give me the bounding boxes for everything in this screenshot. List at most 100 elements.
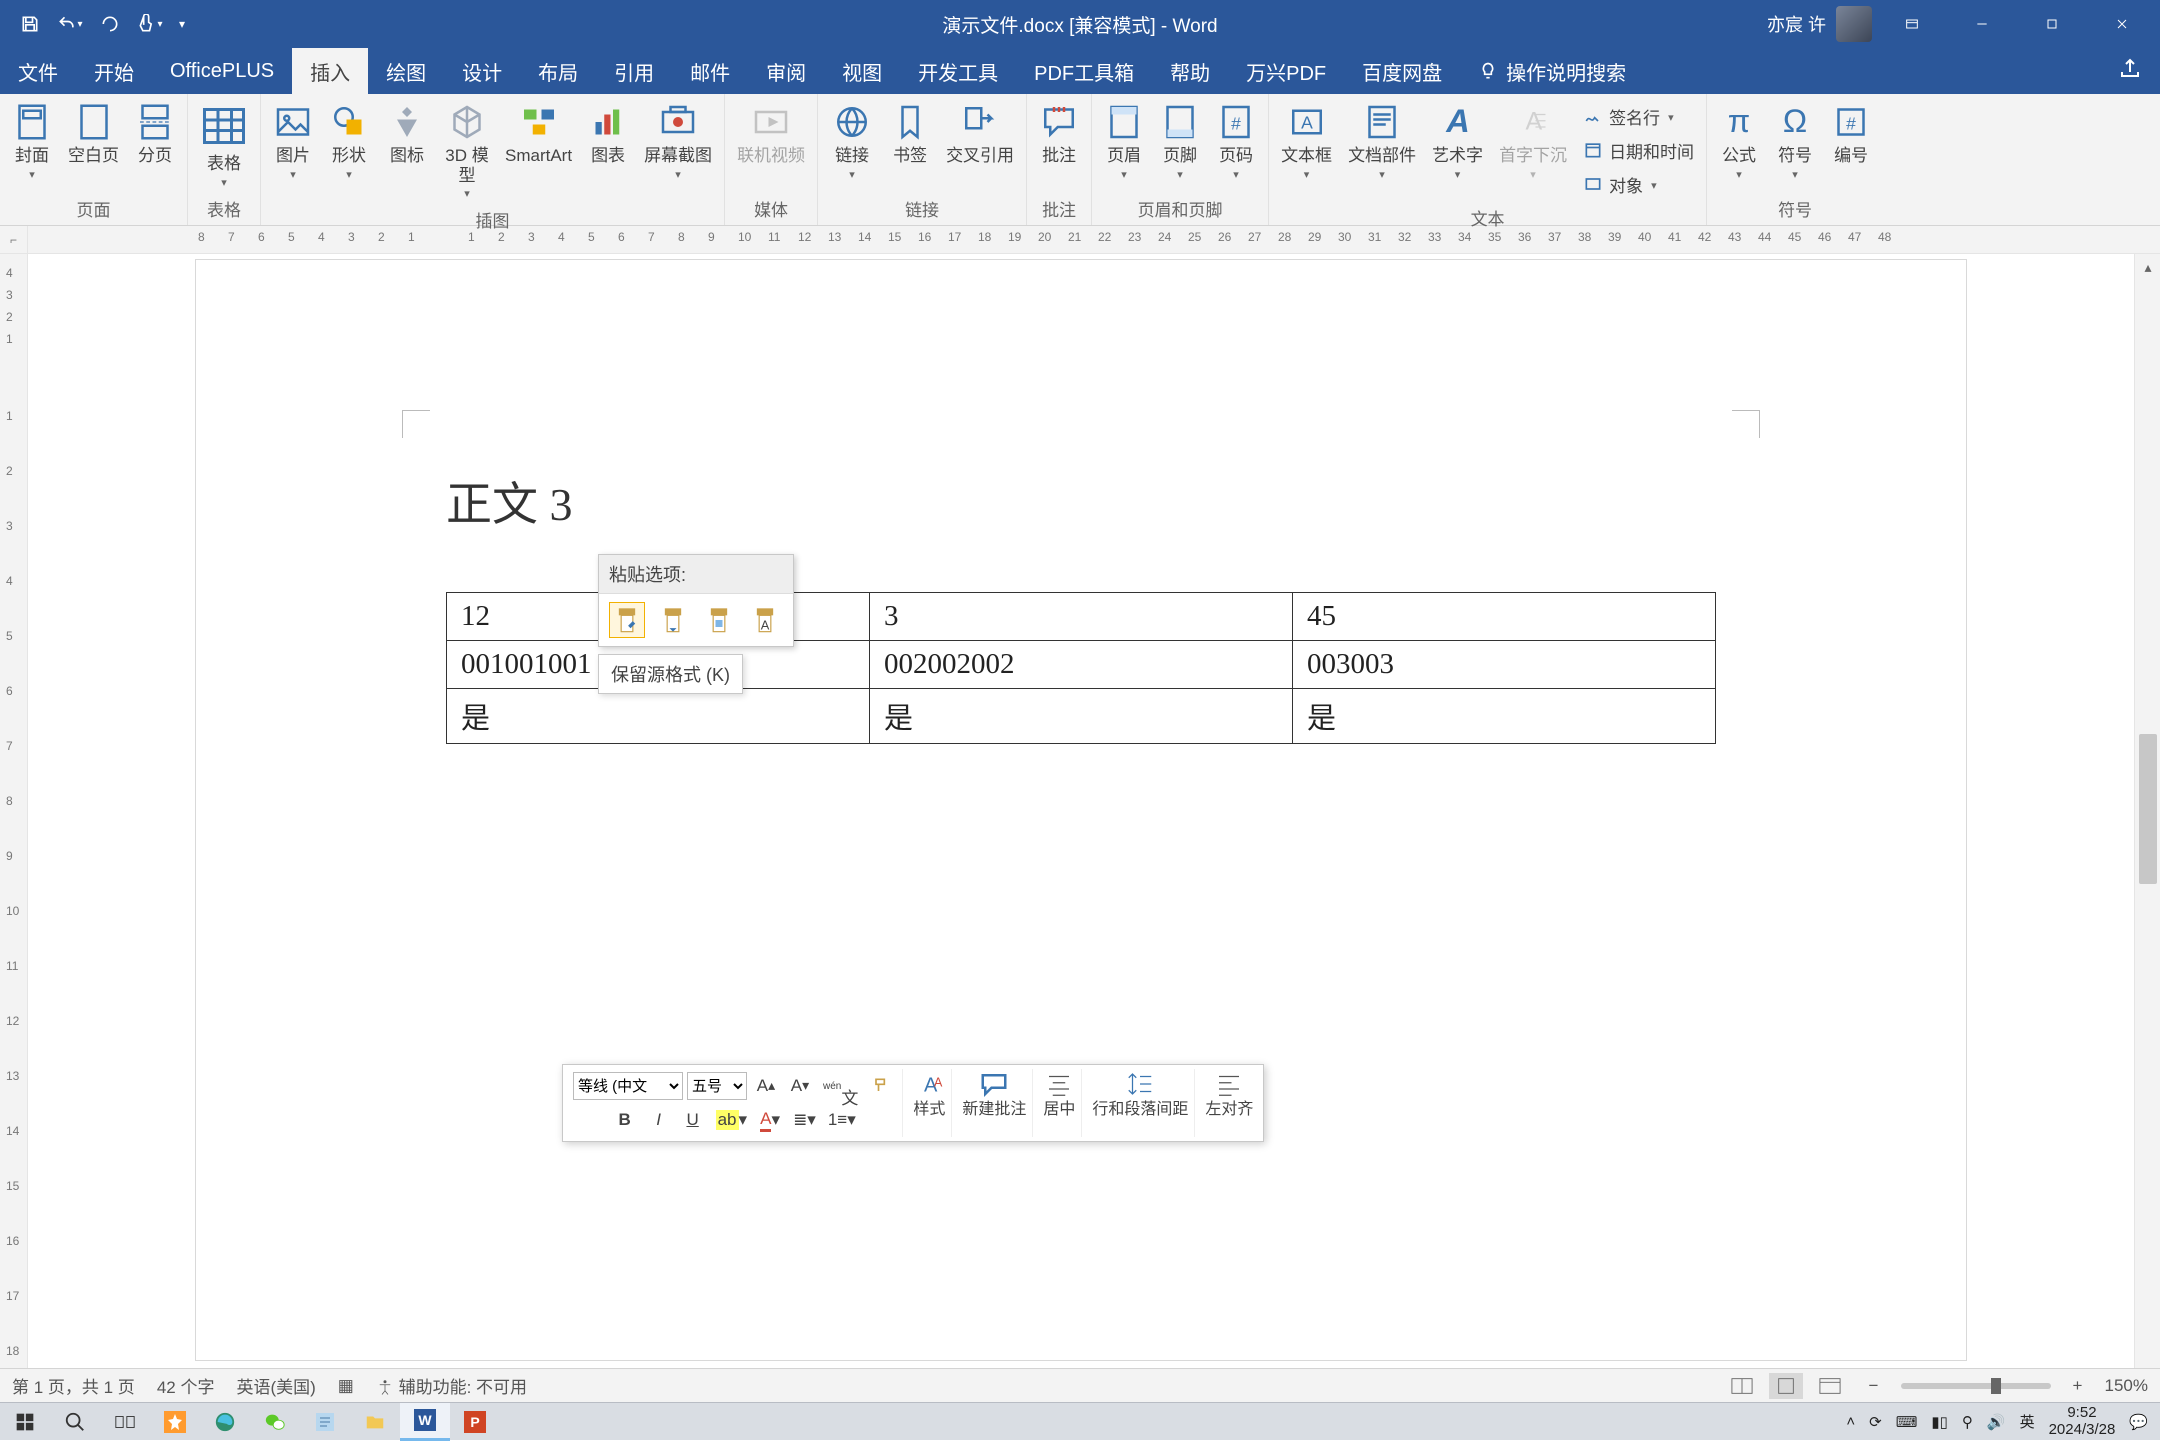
document-area[interactable]: 正文 3 12 3 45 001001001 002002002 003003 …	[28, 254, 2160, 1402]
touch-mode-button[interactable]: ▾	[132, 6, 168, 42]
tab-help[interactable]: 帮助	[1152, 48, 1228, 94]
tab-view[interactable]: 视图	[824, 48, 900, 94]
scroll-thumb[interactable]	[2139, 734, 2157, 884]
smartart-button[interactable]: SmartArt	[499, 98, 578, 170]
taskbar-app-word[interactable]: W	[400, 1403, 450, 1441]
screenshot-button[interactable]: 屏幕截图▾	[638, 98, 718, 185]
view-print-layout[interactable]	[1769, 1373, 1803, 1399]
mini-grow-font[interactable]: A▴	[751, 1071, 781, 1101]
tab-wanxing-pdf[interactable]: 万兴PDF	[1228, 48, 1344, 94]
date-time-button[interactable]: 日期和时间	[1583, 134, 1694, 166]
tab-review[interactable]: 审阅	[748, 48, 824, 94]
mini-bullets[interactable]: ≣▾	[789, 1105, 820, 1135]
tab-mailings[interactable]: 邮件	[672, 48, 748, 94]
status-accessibility[interactable]: 辅助功能: 不可用	[376, 1373, 527, 1398]
comment-button[interactable]: 批注	[1033, 98, 1085, 170]
tab-draw[interactable]: 绘图	[368, 48, 444, 94]
view-web-layout[interactable]	[1813, 1373, 1847, 1399]
table-cell[interactable]: 3	[870, 593, 1293, 641]
tab-layout[interactable]: 布局	[520, 48, 596, 94]
paste-merge-formatting[interactable]	[655, 602, 691, 638]
text-box-button[interactable]: A文本框▾	[1275, 98, 1338, 185]
tab-design[interactable]: 设计	[444, 48, 520, 94]
redo-button[interactable]	[92, 6, 128, 42]
tell-me-search[interactable]: 操作说明搜索	[1460, 48, 1626, 94]
undo-button[interactable]: ▾	[52, 6, 88, 42]
mini-font-color[interactable]: A▾	[755, 1105, 785, 1135]
tray-chevron-up-icon[interactable]: ˄	[1846, 1413, 1855, 1430]
zoom-slider[interactable]	[1901, 1383, 2051, 1389]
table-cell[interactable]: 是	[1293, 689, 1716, 744]
mini-new-comment[interactable]: 新建批注	[956, 1069, 1033, 1137]
paste-keep-text-only[interactable]: A	[747, 602, 783, 638]
icons-button[interactable]: 图标	[379, 98, 435, 170]
page-break-button[interactable]: 分页	[129, 98, 181, 170]
tray-ime[interactable]: 英	[2020, 1411, 2035, 1432]
signature-line-button[interactable]: 签名行	[1583, 100, 1694, 132]
taskbar-app-wechat[interactable]	[250, 1403, 300, 1441]
taskbar-app-edge[interactable]	[200, 1403, 250, 1441]
user-avatar[interactable]	[1836, 6, 1872, 42]
taskbar-app-powerpoint[interactable]: P	[450, 1403, 500, 1441]
cross-reference-button[interactable]: 交叉引用	[940, 98, 1020, 170]
vertical-ruler[interactable]: 1234567891011121314151617184321	[0, 254, 28, 1402]
tray-wifi-icon[interactable]: ⚲	[1962, 1413, 1973, 1431]
blank-page-button[interactable]: 空白页	[62, 98, 125, 170]
view-read-mode[interactable]	[1725, 1373, 1759, 1399]
tab-baidu-netdisk[interactable]: 百度网盘	[1344, 48, 1460, 94]
tab-developer[interactable]: 开发工具	[900, 48, 1016, 94]
share-button[interactable]	[2118, 56, 2142, 86]
maximize-button[interactable]	[2022, 0, 2082, 48]
mini-highlight[interactable]: ab▾	[712, 1105, 751, 1135]
footer-button[interactable]: 页脚▾	[1154, 98, 1206, 185]
mini-italic[interactable]: I	[644, 1105, 674, 1135]
mini-align-left[interactable]: 左对齐	[1199, 1069, 1259, 1137]
table-cell[interactable]: 是	[447, 689, 870, 744]
tray-notifications-icon[interactable]: 💬	[2129, 1413, 2148, 1431]
heading-text[interactable]: 正文 3	[446, 468, 1716, 534]
tab-insert[interactable]: 插入	[292, 48, 368, 94]
tab-file[interactable]: 文件	[0, 48, 76, 94]
vertical-scrollbar[interactable]: ▴ ▾	[2134, 254, 2160, 1402]
equation-button[interactable]: π公式▾	[1713, 98, 1765, 185]
status-page[interactable]: 第 1 页，共 1 页	[12, 1373, 135, 1398]
pictures-button[interactable]: 图片▾	[267, 98, 319, 185]
tab-officeplus[interactable]: OfficePLUS	[152, 48, 292, 94]
link-button[interactable]: 链接▾	[824, 98, 880, 185]
qat-customize-button[interactable]: ▾	[172, 6, 192, 42]
zoom-out-button[interactable]: −	[1857, 1373, 1891, 1399]
wordart-button[interactable]: A艺术字▾	[1426, 98, 1489, 185]
page-number-button[interactable]: #页码▾	[1210, 98, 1262, 185]
tab-pdf-toolkit[interactable]: PDF工具箱	[1016, 48, 1152, 94]
bookmark-button[interactable]: 书签	[884, 98, 936, 170]
zoom-level[interactable]: 150%	[2105, 1376, 2148, 1396]
mini-font-name[interactable]: 等线 (中文	[573, 1072, 683, 1100]
object-button[interactable]: 对象	[1583, 168, 1694, 200]
horizontal-ruler[interactable]: ⌐ 87654321123456789101112131415161718192…	[0, 226, 2160, 254]
status-language[interactable]: 英语(美国)	[236, 1373, 315, 1398]
tray-battery-icon[interactable]: ▮▯	[1931, 1413, 1948, 1431]
scroll-up-button[interactable]: ▴	[2135, 254, 2160, 280]
taskbar-app-spark[interactable]	[150, 1403, 200, 1441]
start-button[interactable]	[0, 1403, 50, 1441]
tray-clock[interactable]: 9:52 2024/3/28	[2049, 1405, 2116, 1438]
mini-font-size[interactable]: 五号	[687, 1072, 747, 1100]
table-cell[interactable]: 是	[870, 689, 1293, 744]
table-cell[interactable]: 002002002	[870, 641, 1293, 689]
table-cell[interactable]: 003003	[1293, 641, 1716, 689]
shapes-button[interactable]: 形状▾	[323, 98, 375, 185]
3d-models-button[interactable]: 3D 模型▾	[439, 98, 495, 204]
mini-center[interactable]: 居中	[1037, 1069, 1082, 1137]
close-button[interactable]	[2092, 0, 2152, 48]
header-button[interactable]: 页眉▾	[1098, 98, 1150, 185]
symbol-button[interactable]: Ω符号▾	[1769, 98, 1821, 185]
save-button[interactable]	[12, 6, 48, 42]
mini-format-painter[interactable]	[866, 1071, 896, 1101]
cover-page-button[interactable]: 封面▾	[6, 98, 58, 185]
status-word-count[interactable]: 42 个字	[157, 1373, 215, 1398]
tray-keyboard-icon[interactable]: ⌨	[1896, 1413, 1918, 1431]
table-button[interactable]: 表格▾	[194, 98, 254, 193]
mini-bold[interactable]: B	[610, 1105, 640, 1135]
status-macro-icon[interactable]: ▦	[338, 1376, 354, 1396]
search-button[interactable]	[50, 1403, 100, 1441]
